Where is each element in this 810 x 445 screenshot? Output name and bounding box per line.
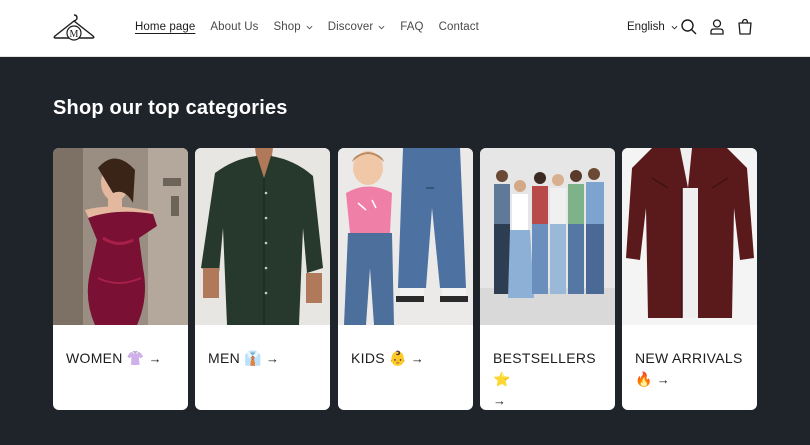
category-card-bestsellers[interactable]: BESTSELLERS ⭐ → <box>480 148 615 410</box>
category-label: WOMEN 👚 → <box>66 350 162 366</box>
nav-about-us[interactable]: About Us <box>210 21 258 33</box>
chevron-down-icon <box>378 25 385 29</box>
nav-shop[interactable]: Shop <box>273 21 313 33</box>
cart-icon[interactable] <box>736 18 754 36</box>
logo-hanger-icon[interactable]: M <box>52 12 96 45</box>
women-category-image <box>53 148 188 325</box>
section-title: Shop our top categories <box>53 97 288 119</box>
search-icon[interactable] <box>680 18 698 36</box>
arrow-right-icon: → <box>656 372 671 387</box>
chevron-down-icon <box>306 25 313 29</box>
account-icon[interactable] <box>708 18 726 36</box>
language-label: English <box>627 21 665 33</box>
category-label: KIDS 👶 → <box>351 350 425 366</box>
men-category-image <box>195 148 330 325</box>
arrow-right-icon: → <box>265 351 280 366</box>
category-card-women[interactable]: WOMEN 👚 → <box>53 148 188 410</box>
site-header: M Home page About Us Shop Discover FAQ C… <box>0 0 810 57</box>
svg-text:M: M <box>70 29 79 40</box>
nav-home-page[interactable]: Home page <box>135 21 195 33</box>
category-label: NEW ARRIVALS 🔥 → <box>635 350 743 387</box>
nav-contact[interactable]: Contact <box>439 21 479 33</box>
nav-discover[interactable]: Discover <box>328 21 386 33</box>
category-label: MEN 👔 → <box>208 350 280 366</box>
arrow-right-icon: → <box>410 351 425 366</box>
chevron-down-icon <box>671 25 678 29</box>
category-card-men[interactable]: MEN 👔 → <box>195 148 330 410</box>
category-label: BESTSELLERS ⭐ → <box>493 350 596 408</box>
nav-faq[interactable]: FAQ <box>400 21 423 33</box>
arrow-right-icon: → <box>493 393 507 408</box>
category-card-kids[interactable]: KIDS 👶 → <box>338 148 473 410</box>
bestsellers-category-image <box>480 148 615 325</box>
kids-category-image <box>338 148 473 325</box>
arrow-right-icon: → <box>148 351 162 366</box>
category-card-new-arrivals[interactable]: NEW ARRIVALS 🔥 → <box>622 148 757 410</box>
language-selector[interactable]: English <box>627 21 678 33</box>
main-nav: Home page About Us Shop Discover FAQ Con… <box>135 21 494 33</box>
new-arrivals-category-image <box>622 148 757 325</box>
